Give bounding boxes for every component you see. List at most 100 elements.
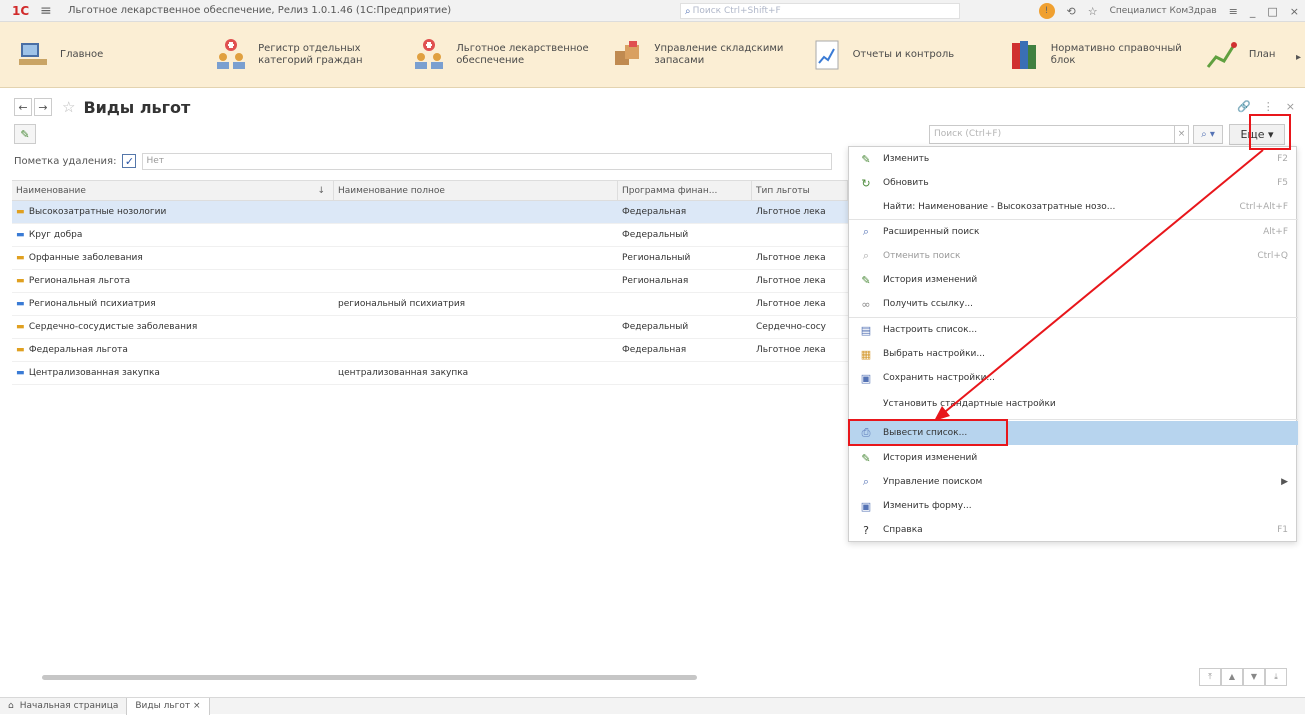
cell-type: [752, 224, 848, 246]
menu-item-label: Настроить список...: [883, 325, 978, 335]
table-row[interactable]: ▬ Региональная льгота Региональная Льгот…: [12, 270, 848, 293]
column-header-type[interactable]: Тип льготы: [752, 181, 848, 200]
menu-item-standard-settings[interactable]: Установить стандартные настройки: [849, 392, 1298, 416]
close-icon[interactable]: ×: [1290, 5, 1299, 18]
column-header-program[interactable]: Программа финан...: [618, 181, 752, 200]
edit-pen-button[interactable]: ✎: [14, 124, 36, 144]
cell-full: централизованная закупка: [338, 368, 469, 378]
section-registry[interactable]: Регистр отдельных категорий граждан: [198, 25, 396, 85]
column-header-full-name[interactable]: Наименование полное: [334, 181, 618, 200]
section-plan[interactable]: План: [1189, 25, 1305, 85]
column-header-name[interactable]: Наименование ↓: [12, 181, 334, 200]
menu-item-save-settings[interactable]: ▣ Сохранить настройки...: [849, 366, 1298, 390]
table-row[interactable]: ▬ Высокозатратные нозологии Федеральная …: [12, 201, 848, 224]
table-row[interactable]: ▬ Централизованная закупка централизован…: [12, 362, 848, 385]
cell-type: Льготное лека: [756, 299, 826, 309]
cell-type: Льготное лека: [756, 345, 826, 355]
menu-item-get-link[interactable]: ∞ Получить ссылку...: [849, 292, 1298, 316]
window-title: Льготное лекарственное обеспечение, Рели…: [68, 5, 452, 16]
scroll-right-icon[interactable]: ▸: [1296, 52, 1301, 63]
user-name[interactable]: Специалист КомЗдрав: [1110, 6, 1217, 16]
scroll-bottom-icon[interactable]: ⤓: [1265, 668, 1287, 686]
table-row[interactable]: ▬ Региональный психиатрия региональный п…: [12, 293, 848, 316]
favorites-icon[interactable]: ☆: [1088, 5, 1098, 18]
menu-item-history[interactable]: ✎ История изменений: [849, 268, 1298, 292]
title-bar: 1C ≡ Льготное лекарственное обеспечение,…: [0, 0, 1305, 22]
more-actions-icon[interactable]: ⋮: [1263, 100, 1274, 113]
cell-name: ▬ Круг добра: [12, 224, 334, 246]
cell-type: Льготное лека: [756, 253, 826, 263]
table-row[interactable]: ▬ Сердечно-сосудистые заболевания Федера…: [12, 316, 848, 339]
page-header: ← → ☆ Виды льгот 🔗 ⋮ ×: [0, 92, 1305, 122]
more-dropdown-menu: ✎ Изменить F2 ↻ Обновить F5 Найти: Наиме…: [848, 146, 1298, 542]
notifications-icon[interactable]: !: [1038, 3, 1055, 19]
scroll-up-icon[interactable]: ▲: [1221, 668, 1243, 686]
settings-list-icon: ▤: [860, 323, 872, 337]
settings-menu-icon[interactable]: ≡: [1229, 5, 1238, 18]
scrollbar-thumb[interactable]: [42, 675, 697, 680]
menu-item-label: Изменить: [883, 154, 930, 164]
item-icon: ▬: [16, 230, 25, 240]
scroll-top-icon[interactable]: ⤒: [1199, 668, 1221, 686]
1c-logo: 1C: [12, 3, 30, 18]
deletion-mark-checkbox[interactable]: ✓: [122, 154, 137, 168]
menu-item-shortcut: Alt+F: [1263, 227, 1288, 237]
section-reports[interactable]: Отчеты и контроль: [793, 25, 991, 85]
menu-item-search-management[interactable]: ⌕ Управление поиском ▶: [849, 470, 1298, 494]
menu-item-label: Выбрать настройки...: [883, 349, 985, 359]
menu-item-shortcut: Ctrl+Q: [1257, 251, 1288, 261]
global-search-placeholder: Поиск Ctrl+Shift+F: [692, 6, 781, 16]
menu-item-change-form[interactable]: ▣ Изменить форму...: [849, 494, 1298, 518]
search-options-button[interactable]: ⌕ ▾: [1193, 125, 1223, 144]
section-label: План: [1248, 48, 1276, 60]
main-menu-icon[interactable]: ≡: [40, 3, 56, 19]
back-button[interactable]: ←: [14, 98, 32, 116]
menu-item-refresh[interactable]: ↻ Обновить F5: [849, 171, 1298, 195]
list-scroll-buttons: ⤒ ▲ ▼ ⤓: [1199, 668, 1287, 686]
tab-label: Начальная страница: [19, 701, 119, 711]
history-icon[interactable]: ⟲: [1067, 5, 1076, 18]
submenu-arrow-icon: ▶: [1281, 477, 1288, 487]
forward-button[interactable]: →: [34, 98, 52, 116]
maximize-icon[interactable]: □: [1267, 5, 1277, 18]
home-desk-icon: [14, 36, 52, 74]
close-form-icon[interactable]: ×: [1286, 100, 1295, 113]
menu-item-find-by[interactable]: Найти: Наименование - Высокозатратные но…: [849, 195, 1298, 219]
menu-item-edit[interactable]: ✎ Изменить F2: [849, 147, 1298, 171]
deletion-mark-value[interactable]: Нет: [142, 152, 833, 170]
tab-home[interactable]: ⌂ Начальная страница: [0, 697, 128, 715]
menu-item-configure-list[interactable]: ▤ Настроить список...: [849, 318, 1298, 342]
section-warehouse[interactable]: Управление складскими запасами: [594, 25, 792, 85]
clear-search-button[interactable]: ×: [1175, 125, 1189, 144]
scroll-down-icon[interactable]: ▼: [1243, 668, 1265, 686]
cell-full: [334, 270, 618, 292]
warehouse-icon: [608, 36, 646, 74]
minimize-icon[interactable]: _: [1250, 5, 1256, 18]
link-icon[interactable]: 🔗: [1237, 100, 1251, 113]
section-preferential-supply[interactable]: Льготное лекарственное обеспечение: [396, 25, 594, 85]
section-label: Нормативно справочный блок: [1050, 42, 1182, 66]
section-main[interactable]: Главное: [0, 25, 198, 85]
cell-program: Федеральный: [622, 322, 689, 332]
section-reference[interactable]: Нормативно справочный блок: [991, 25, 1189, 85]
horizontal-scrollbar[interactable]: [36, 672, 1174, 682]
chart-icon: [1203, 36, 1241, 74]
cell-text: Региональная льгота: [28, 276, 131, 286]
tab-benefit-types[interactable]: Виды льгот ×: [127, 697, 210, 715]
menu-item-advanced-search[interactable]: ⌕ Расширенный поиск Alt+F: [849, 220, 1298, 244]
menu-item-history-2[interactable]: ✎ История изменений: [849, 446, 1298, 470]
cell-text: Региональный психиатрия: [28, 299, 156, 309]
table-row[interactable]: ▬ Орфанные заболевания Региональный Льго…: [12, 247, 848, 270]
menu-item-label: История изменений: [883, 453, 978, 463]
menu-item-shortcut: F5: [1277, 178, 1288, 188]
table-row[interactable]: ▬ Федеральная льгота Федеральная Льготно…: [12, 339, 848, 362]
menu-item-label: Сохранить настройки...: [883, 373, 996, 383]
table-row[interactable]: ▬ Круг добра Федеральный: [12, 224, 848, 247]
cell-text: Федеральная льгота: [28, 345, 128, 355]
list-search-input[interactable]: Поиск (Ctrl+F): [929, 125, 1175, 144]
menu-item-help[interactable]: ? Справка F1: [849, 518, 1298, 542]
global-search-input[interactable]: ⌕ Поиск Ctrl+Shift+F: [680, 3, 960, 19]
favorite-star-icon[interactable]: ☆: [62, 98, 75, 116]
menu-item-cancel-search[interactable]: ⌕ Отменить поиск Ctrl+Q: [849, 244, 1298, 268]
menu-item-choose-settings[interactable]: ▦ Выбрать настройки...: [849, 342, 1298, 366]
